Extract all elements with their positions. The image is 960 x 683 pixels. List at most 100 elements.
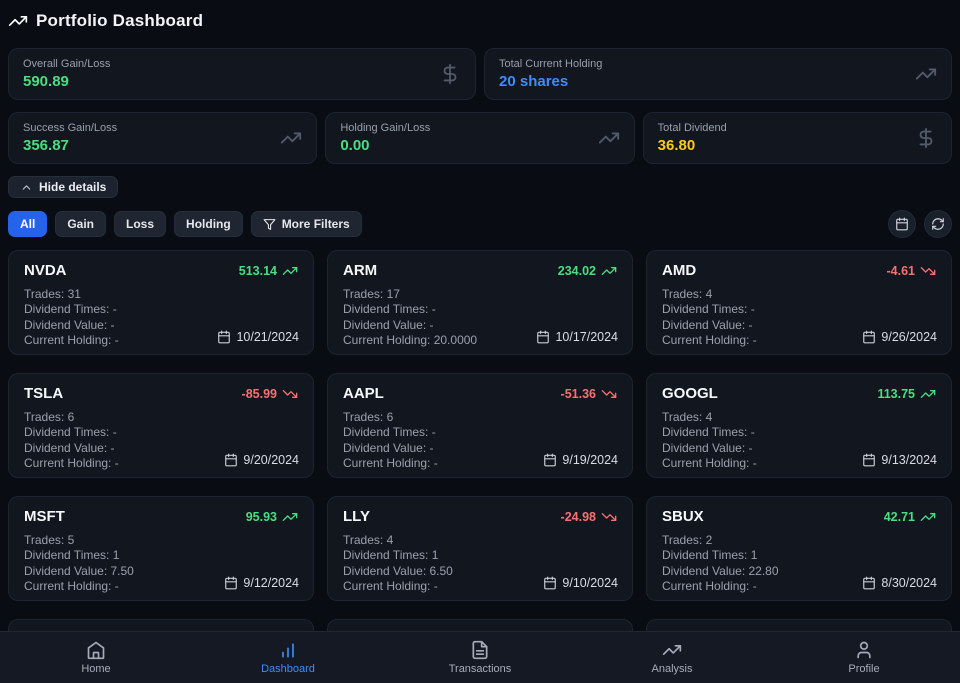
dollar-sign-icon bbox=[439, 63, 461, 85]
stock-trades: Trades: 4 bbox=[662, 287, 713, 301]
trend-icon bbox=[662, 640, 682, 660]
stat-card-overall-gain-loss: Overall Gain/Loss 590.89 bbox=[8, 48, 476, 100]
calendar-icon bbox=[895, 217, 909, 231]
calendar-icon bbox=[543, 453, 557, 467]
file-icon bbox=[470, 640, 490, 660]
stock-card-msft[interactable]: MSFT 95.93 Trades: 5 Dividend Times: 1 D… bbox=[8, 496, 314, 601]
nav-item-label: Profile bbox=[848, 663, 880, 675]
stock-trades: Trades: 4 bbox=[343, 533, 394, 547]
more-filters-label: More Filters bbox=[281, 217, 350, 231]
stock-dividend-times: Dividend Times: - bbox=[343, 425, 436, 440]
nav-item-home[interactable]: Home bbox=[0, 632, 192, 683]
stock-card-lly[interactable]: LLY -24.98 Trades: 4 Dividend Times: 1 D… bbox=[327, 496, 633, 601]
refresh-button[interactable] bbox=[924, 210, 952, 238]
stock-date: 9/12/2024 bbox=[224, 576, 299, 590]
calendar-icon bbox=[543, 576, 557, 590]
stock-card-tsla[interactable]: TSLA -85.99 Trades: 6 Dividend Times: - … bbox=[8, 373, 314, 478]
trending-up-icon bbox=[920, 509, 936, 525]
funnel-icon bbox=[263, 218, 276, 231]
nav-item-analysis[interactable]: Analysis bbox=[576, 632, 768, 683]
stock-date: 9/13/2024 bbox=[862, 453, 937, 467]
nav-item-transactions[interactable]: Transactions bbox=[384, 632, 576, 683]
stock-trades: Trades: 6 bbox=[24, 410, 75, 424]
stock-date: 10/17/2024 bbox=[536, 330, 618, 344]
filter-chip-all[interactable]: All bbox=[8, 211, 48, 237]
stock-date: 10/21/2024 bbox=[217, 330, 299, 344]
stock-symbol: GOOGL bbox=[662, 385, 718, 402]
stock-change-value: 513.14 bbox=[238, 263, 277, 278]
page-title: Portfolio Dashboard bbox=[36, 11, 204, 30]
stock-change: -24.98 bbox=[561, 509, 617, 525]
stock-symbol: NVDA bbox=[24, 262, 67, 279]
stock-date: 8/30/2024 bbox=[862, 576, 937, 590]
stock-date: 9/10/2024 bbox=[543, 576, 618, 590]
nav-item-label: Home bbox=[81, 663, 111, 675]
stock-change: -85.99 bbox=[242, 386, 298, 402]
stock-card-amd[interactable]: AMD -4.61 Trades: 4 Dividend Times: - Di… bbox=[646, 250, 952, 355]
stock-change-value: 42.71 bbox=[883, 509, 915, 524]
stock-dividend-times: Dividend Times: 1 bbox=[343, 548, 439, 563]
stock-date-text: 10/17/2024 bbox=[555, 330, 618, 344]
stock-trades: Trades: 2 bbox=[662, 533, 713, 547]
stock-card-aapl[interactable]: AAPL -51.36 Trades: 6 Dividend Times: - … bbox=[327, 373, 633, 478]
stock-trades: Trades: 4 bbox=[662, 410, 713, 424]
stock-card-sbux[interactable]: SBUX 42.71 Trades: 2 Dividend Times: 1 D… bbox=[646, 496, 952, 601]
stock-cards-grid: NVDA 513.14 Trades: 31 Dividend Times: -… bbox=[8, 250, 952, 601]
stock-symbol: AMD bbox=[662, 262, 697, 279]
trending-up-icon bbox=[280, 127, 302, 149]
stat-card-total-current-holding: Total Current Holding 20 shares bbox=[484, 48, 952, 100]
stat-value: 590.89 bbox=[23, 73, 69, 90]
calendar-button[interactable] bbox=[888, 210, 916, 238]
trending-down-icon bbox=[601, 509, 617, 525]
stock-date-text: 9/12/2024 bbox=[243, 576, 299, 590]
filter-toolbar: All Gain Loss Holding More Filters bbox=[8, 210, 952, 238]
stock-trades: Trades: 5 bbox=[24, 533, 75, 547]
page-header: Portfolio Dashboard bbox=[8, 8, 952, 34]
calendar-icon bbox=[217, 330, 231, 344]
filter-chip-holding[interactable]: Holding bbox=[174, 211, 243, 237]
stock-change-value: 95.93 bbox=[245, 509, 277, 524]
more-filters-button[interactable]: More Filters bbox=[250, 211, 362, 237]
stock-symbol: SBUX bbox=[662, 508, 704, 525]
calendar-icon bbox=[224, 576, 238, 590]
stock-symbol: LLY bbox=[343, 508, 370, 525]
stat-card-total-dividend: Total Dividend 36.80 bbox=[642, 112, 952, 164]
stock-date-text: 10/21/2024 bbox=[236, 330, 299, 344]
stock-trades: Trades: 6 bbox=[343, 410, 394, 424]
stock-date-text: 8/30/2024 bbox=[881, 576, 937, 590]
dollar-sign-icon bbox=[915, 127, 937, 149]
stock-symbol: TSLA bbox=[24, 385, 64, 402]
stock-date-text: 9/20/2024 bbox=[243, 453, 299, 467]
stock-card-nvda[interactable]: NVDA 513.14 Trades: 31 Dividend Times: -… bbox=[8, 250, 314, 355]
stock-dividend-times: Dividend Times: - bbox=[343, 302, 436, 317]
nav-item-profile[interactable]: Profile bbox=[768, 632, 960, 683]
trending-up-icon bbox=[920, 386, 936, 402]
refresh-icon bbox=[931, 217, 945, 231]
stock-trades: Trades: 17 bbox=[343, 287, 400, 301]
stock-card-googl[interactable]: GOOGL 113.75 Trades: 4 Dividend Times: -… bbox=[646, 373, 952, 478]
stock-card-arm[interactable]: ARM 234.02 Trades: 17 Dividend Times: - … bbox=[327, 250, 633, 355]
filter-chip-loss[interactable]: Loss bbox=[114, 211, 167, 237]
nav-item-dashboard[interactable]: Dashboard bbox=[192, 632, 384, 683]
filter-chip-gain[interactable]: Gain bbox=[55, 211, 107, 237]
stock-change: 95.93 bbox=[246, 509, 298, 525]
stat-label: Holding Gain/Loss bbox=[340, 122, 431, 134]
trending-up-icon bbox=[598, 127, 620, 149]
stat-value: 356.87 bbox=[23, 137, 69, 154]
trending-down-icon bbox=[920, 263, 936, 279]
stat-value: 20 shares bbox=[499, 73, 569, 90]
stock-symbol: AAPL bbox=[343, 385, 384, 402]
trending-up-icon bbox=[282, 263, 298, 279]
nav-item-label: Transactions bbox=[448, 663, 512, 675]
stats-row-2: Success Gain/Loss 356.87 Holding Gain/Lo… bbox=[8, 112, 952, 164]
calendar-icon bbox=[224, 453, 238, 467]
trending-up-icon bbox=[282, 509, 298, 525]
stock-date: 9/26/2024 bbox=[862, 330, 937, 344]
chevron-up-icon bbox=[20, 181, 33, 194]
stat-label: Success Gain/Loss bbox=[23, 122, 118, 134]
stock-change-value: -51.36 bbox=[560, 386, 596, 401]
stat-label: Overall Gain/Loss bbox=[23, 58, 111, 70]
stock-change: 42.71 bbox=[884, 509, 936, 525]
stock-change-value: -85.99 bbox=[241, 386, 277, 401]
hide-details-button[interactable]: Hide details bbox=[8, 176, 119, 198]
